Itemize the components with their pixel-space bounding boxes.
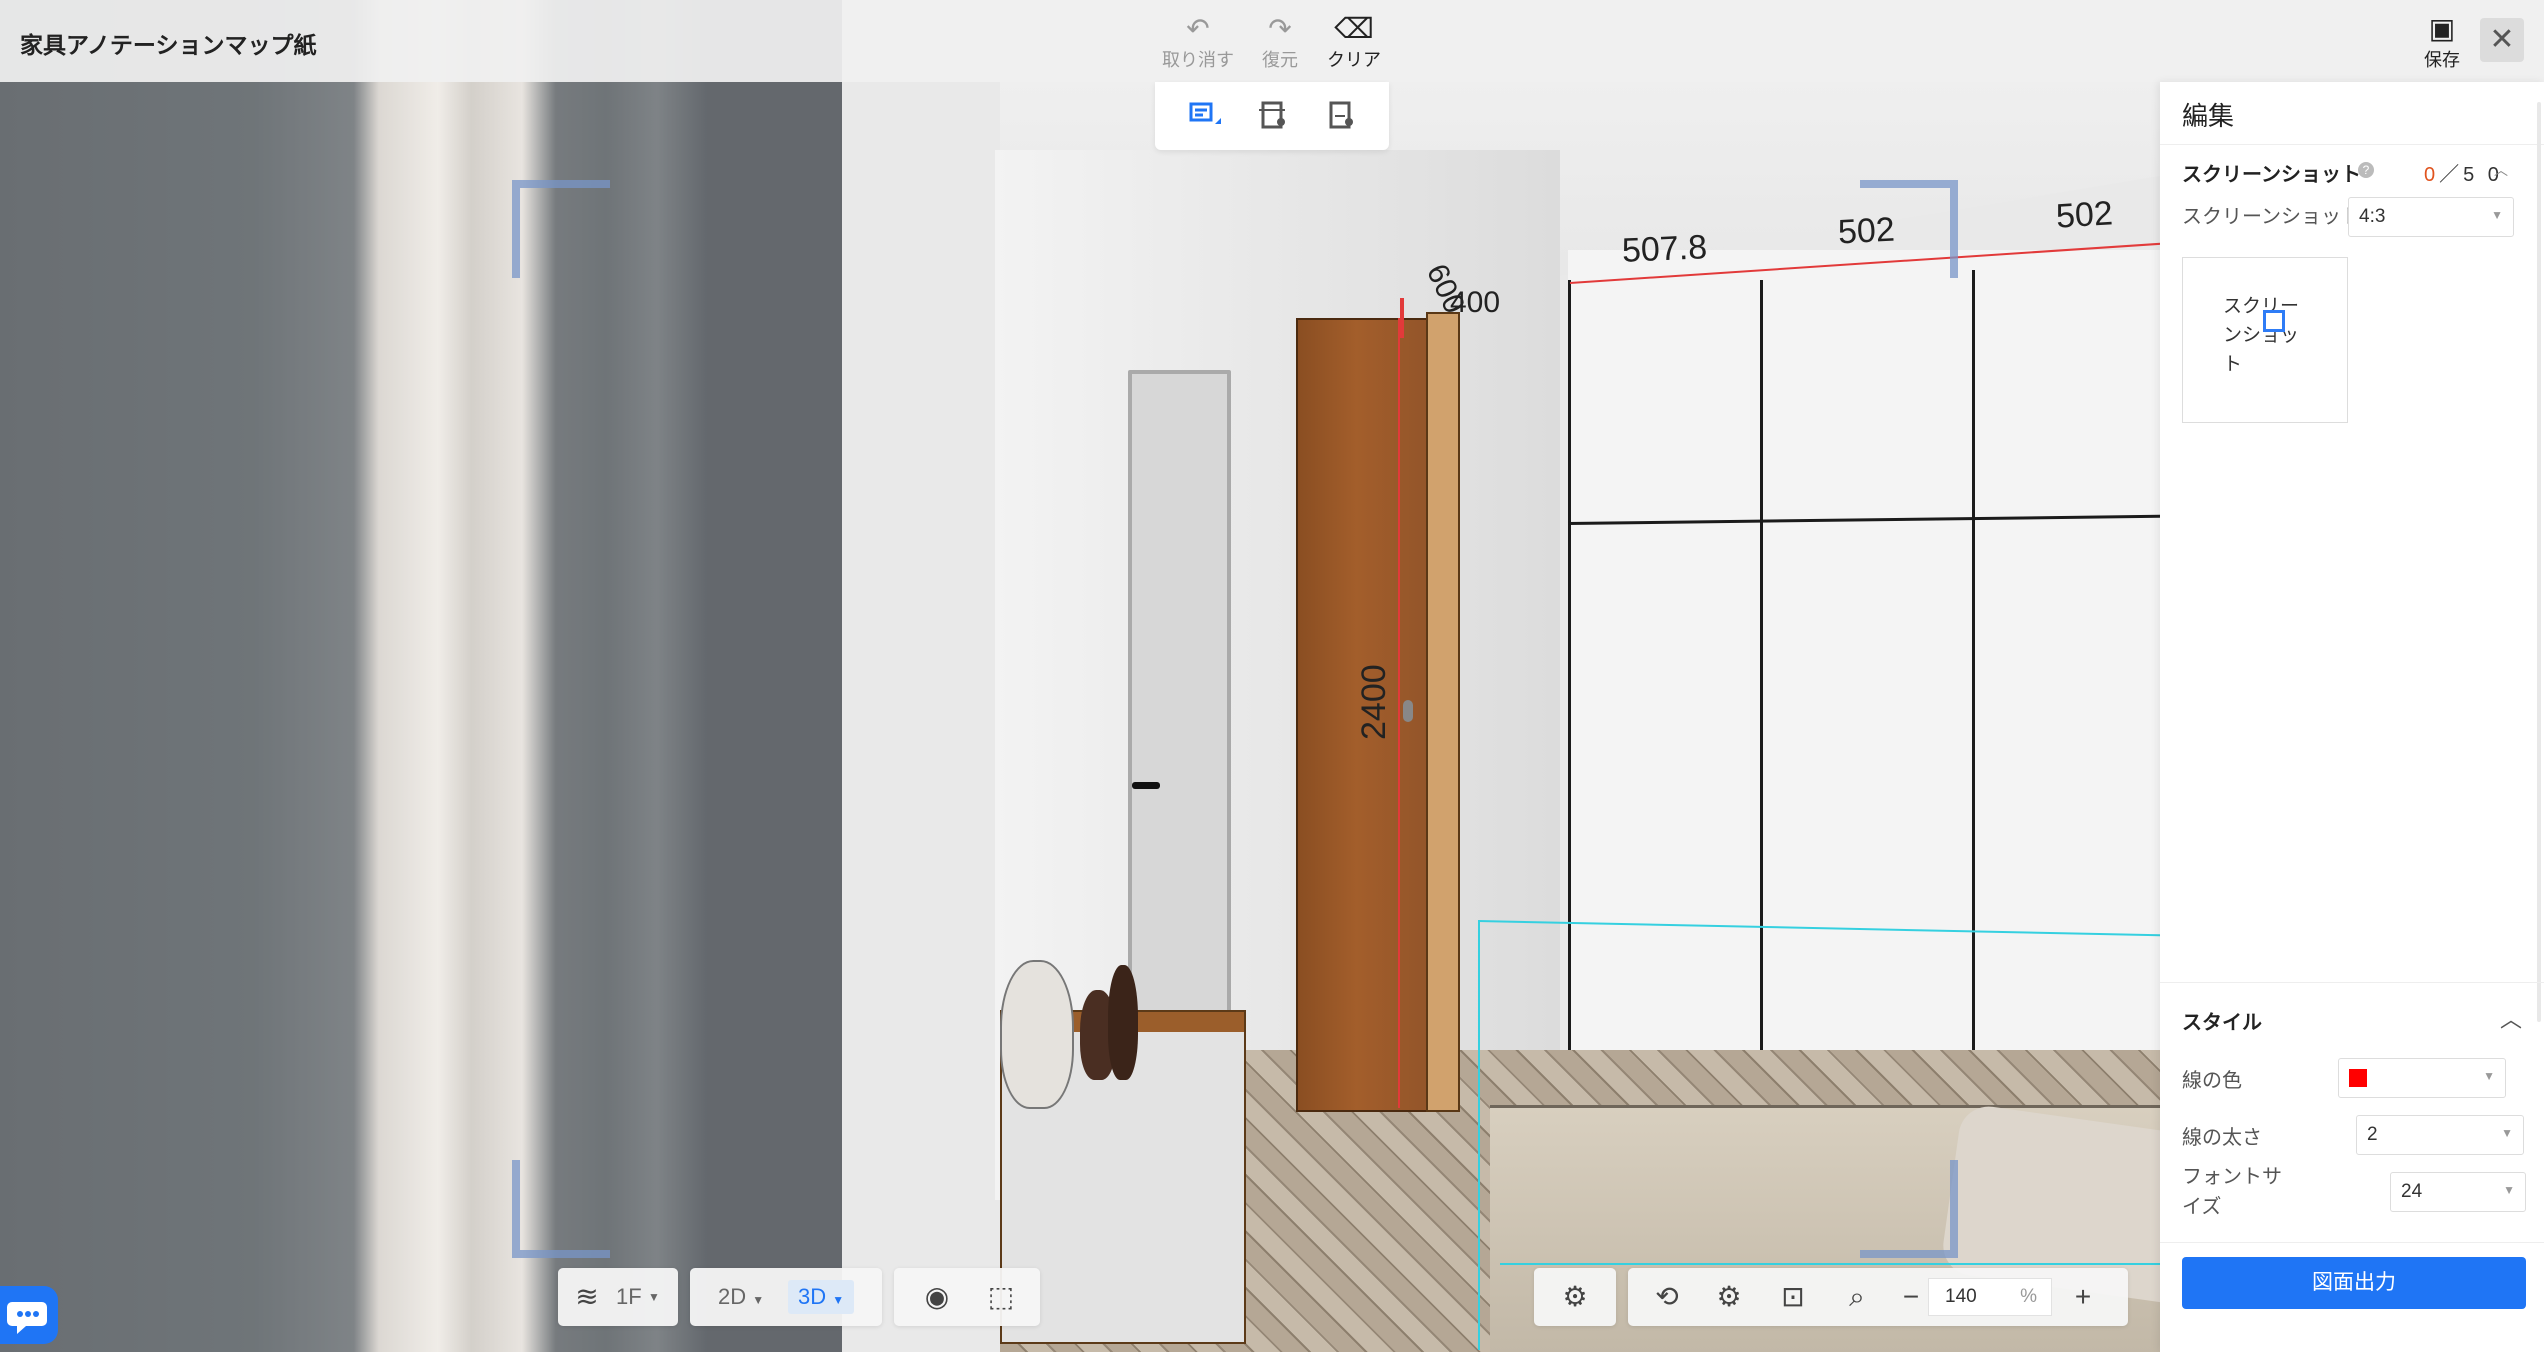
door-handle	[1132, 782, 1160, 789]
curtain-overlay	[0, 0, 842, 1352]
line-color-label: 線の色	[2182, 1070, 2242, 1092]
chevron-down-icon: ▼	[2501, 1126, 2513, 1140]
display-tools: ◉ ⬚	[894, 1268, 1040, 1326]
chat-icon	[7, 1302, 47, 1334]
screenshot-card-label: スクリーンショット	[2223, 296, 2300, 375]
line-width-label: 線の太さ	[2182, 1127, 2262, 1149]
zoom-input[interactable]: 140 %	[1928, 1278, 2052, 1316]
chevron-up-icon[interactable]: ︿	[2500, 1002, 2522, 1034]
line-width-select[interactable]: 2 ▼	[2356, 1115, 2524, 1155]
view-2d-button[interactable]: 2D ▼	[718, 1280, 764, 1314]
undo-button[interactable]: ↶ 取り消す	[1158, 12, 1238, 72]
cube-icon[interactable]: ⬚	[984, 1280, 1018, 1314]
dimension-label: 507.8	[1621, 228, 1708, 270]
tall-cabinet-side	[1426, 312, 1460, 1112]
redo-label: 復元	[1262, 50, 1298, 70]
layers-icon: ≋	[575, 1281, 599, 1312]
line-color-select[interactable]: ▼	[2338, 1058, 2506, 1098]
capture-frame-corner	[1860, 1160, 1958, 1258]
export-drawing-button[interactable]: 図面出力	[2182, 1257, 2526, 1309]
door	[1128, 370, 1231, 1098]
save-icon: ▣	[2428, 13, 2456, 44]
font-size-select[interactable]: 24 ▼	[2390, 1172, 2526, 1212]
redo-icon: ↷	[1268, 13, 1292, 44]
view-3d-button[interactable]: 3D ▼	[788, 1280, 855, 1314]
zoom-search-icon[interactable]: ⌕	[1840, 1280, 1874, 1314]
screenshot-icon	[2263, 310, 2285, 332]
chat-button[interactable]	[0, 1286, 58, 1344]
help-icon[interactable]: ?	[2358, 162, 2374, 178]
dimension-line	[1398, 318, 1400, 1108]
dimension-label: 502	[2054, 194, 2114, 236]
clear-button[interactable]: ⌫ クリア	[1314, 12, 1394, 72]
divider	[2160, 144, 2544, 145]
caret-down-icon: ▼	[648, 1290, 660, 1304]
undo-icon: ↶	[1186, 13, 1210, 44]
screenshot-card[interactable]: スクリーンショット	[2182, 257, 2348, 423]
annotation-mode-toolbar	[1155, 82, 1389, 150]
app-title: 家具アノテーションマップ紙	[20, 32, 317, 58]
eye-icon[interactable]: ◉	[920, 1280, 954, 1314]
toggle-icon[interactable]: ⚙	[1558, 1280, 1592, 1314]
chevron-up-icon[interactable]: ︿	[2494, 160, 2508, 180]
dimension-label: 2400	[1355, 664, 1393, 740]
zoom-in-icon[interactable]: +	[2066, 1280, 2100, 1314]
zoom-out-icon[interactable]: −	[1894, 1280, 1928, 1314]
dimension-line	[1400, 298, 1404, 338]
ratio-select[interactable]: 4:3 ▼	[2348, 197, 2514, 237]
panel-title: 編集	[2182, 101, 2235, 131]
close-icon: ✕	[2489, 22, 2515, 57]
screenshot-count: 0／5 0	[2424, 164, 2503, 186]
style-section-title: スタイル	[2182, 1012, 2262, 1034]
dimension-label: 400	[1450, 286, 1501, 319]
guide-line	[1500, 1263, 2180, 1265]
screenshot-section-title: スクリーンショット	[2182, 164, 2361, 186]
vase	[1108, 965, 1138, 1080]
annotate-mode-icon[interactable]	[1185, 98, 1225, 134]
dimension-mode-icon[interactable]	[1255, 98, 1295, 134]
chevron-down-icon: ▼	[2491, 208, 2503, 222]
chevron-down-icon: ▼	[2483, 1069, 2495, 1083]
camera-reset-icon[interactable]: ⟲	[1650, 1280, 1684, 1314]
redo-button[interactable]: ↷ 復元	[1240, 12, 1320, 72]
floor-selector[interactable]: ≋ 1F ▼	[558, 1268, 678, 1326]
clear-label: クリア	[1327, 50, 1381, 70]
camera-zoom-tools: ⟲ ⚙ ⊡ ⌕ − 140 % +	[1628, 1268, 2128, 1326]
capture-frame-corner	[512, 1160, 610, 1258]
focus-icon[interactable]: ⊡	[1776, 1280, 1810, 1314]
line-color-swatch	[2349, 1069, 2367, 1087]
cabinet-knob	[1403, 700, 1413, 722]
divider	[2160, 1242, 2544, 1243]
close-button[interactable]: ✕	[2480, 18, 2524, 62]
edit-panel: 編集 スクリーンショット ? 0／5 0 ︿ スクリーンショット の比率 4:3…	[2160, 82, 2544, 1352]
camera-settings-icon[interactable]: ⚙	[1712, 1280, 1746, 1314]
guide-line	[1478, 920, 1480, 1350]
elevation-mode-icon[interactable]	[1323, 98, 1363, 134]
settings-toggle-group: ⚙	[1534, 1268, 1616, 1326]
font-size-label: フォントサイズ	[2182, 1166, 2282, 1218]
divider	[2160, 982, 2544, 983]
undo-label: 取り消す	[1162, 50, 1234, 70]
eraser-icon: ⌫	[1334, 13, 1374, 44]
capture-frame-corner	[512, 180, 610, 278]
top-bar: 家具アノテーションマップ紙 ↶ 取り消す ↷ 復元 ⌫ クリア ▣ 保存 ✕	[0, 0, 2544, 82]
floor-label: 1F	[616, 1284, 642, 1309]
vase	[1000, 960, 1074, 1109]
chevron-down-icon: ▼	[2503, 1183, 2515, 1197]
save-button[interactable]: ▣ 保存	[2402, 12, 2482, 72]
save-label: 保存	[2424, 50, 2460, 70]
capture-frame-corner	[1860, 180, 1958, 278]
panel-scrollbar[interactable]	[2537, 102, 2541, 1022]
view-mode-switch: 2D ▼ 3D ▼	[690, 1268, 882, 1326]
